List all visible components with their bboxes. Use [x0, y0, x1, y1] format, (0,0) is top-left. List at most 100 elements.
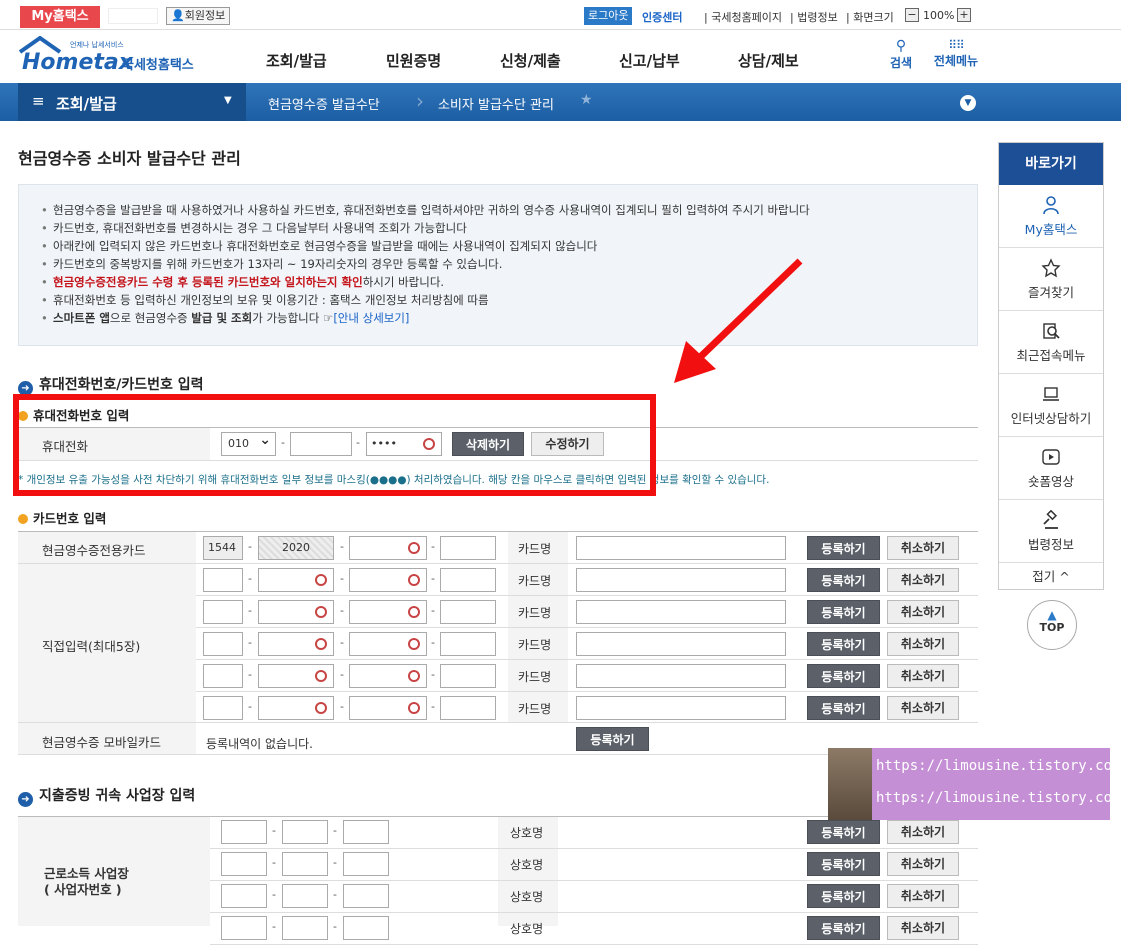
direct-card-third-input[interactable]: [349, 632, 427, 656]
cancel-card-button[interactable]: 취소하기: [887, 568, 959, 592]
nav-apply[interactable]: 신청/제출: [500, 50, 561, 71]
business-number-second-input[interactable]: [282, 820, 328, 844]
zoom-out-button[interactable]: −: [905, 8, 919, 22]
eye-icon[interactable]: [408, 638, 420, 650]
direct-card-fourth-input[interactable]: [440, 664, 496, 688]
register-card-button[interactable]: 등록하기: [807, 568, 880, 592]
direct-card-third-input[interactable]: [349, 600, 427, 624]
business-number-first-input[interactable]: [221, 916, 267, 940]
eye-icon[interactable]: [315, 606, 327, 618]
register-mobile-card-button[interactable]: 등록하기: [576, 727, 649, 751]
breadcrumb-item-1[interactable]: 현금영수증 발급수단: [268, 94, 380, 113]
register-card-button[interactable]: 등록하기: [807, 696, 880, 720]
business-number-second-input[interactable]: [282, 884, 328, 908]
quick-short-video[interactable]: 숏폼영상: [999, 437, 1103, 500]
business-number-third-input[interactable]: [343, 852, 389, 876]
direct-card-second-input[interactable]: [258, 600, 334, 624]
nav-inquiry[interactable]: 조회/발급: [266, 50, 327, 71]
quick-law-info[interactable]: 법령정보: [999, 500, 1103, 563]
quick-favorites[interactable]: 즐겨찾기: [999, 248, 1103, 311]
direct-card-second-input[interactable]: [258, 632, 334, 656]
register-business-button[interactable]: 등록하기: [807, 916, 880, 940]
eye-icon[interactable]: [408, 702, 420, 714]
member-info-button[interactable]: 👤회원정보: [166, 7, 231, 25]
my-hometax-tab[interactable]: My홈택스: [20, 6, 100, 28]
cert-center-link[interactable]: 인증센터: [642, 9, 682, 25]
direct-card-second-input[interactable]: [258, 696, 334, 720]
eye-icon[interactable]: [315, 670, 327, 682]
direct-card-third-input[interactable]: [349, 696, 427, 720]
favorite-star-icon[interactable]: ★: [580, 92, 593, 108]
direct-card-third-input[interactable]: [349, 664, 427, 688]
eye-icon[interactable]: [315, 638, 327, 650]
direct-card-first-input[interactable]: [203, 568, 243, 592]
breadcrumb-item-2[interactable]: 소비자 발급수단 관리: [438, 94, 554, 113]
cancel-business-button[interactable]: 취소하기: [887, 884, 959, 908]
quick-recent-menu[interactable]: 최근접속메뉴: [999, 311, 1103, 374]
search-button[interactable]: ⚲ 검색: [886, 38, 916, 71]
direct-card-fourth-input[interactable]: [440, 600, 496, 624]
all-menu-button[interactable]: ⠿⠿ 전체메뉴: [928, 38, 984, 69]
nav-consult[interactable]: 상담/제보: [738, 50, 799, 71]
business-number-second-input[interactable]: [282, 852, 328, 876]
business-number-first-input[interactable]: [221, 884, 267, 908]
law-info-link[interactable]: | 법령정보: [790, 9, 838, 25]
card-name-input[interactable]: [576, 568, 786, 592]
direct-card-third-input[interactable]: [349, 568, 427, 592]
eye-icon[interactable]: [408, 542, 420, 554]
direct-card-fourth-input[interactable]: [440, 696, 496, 720]
direct-card-fourth-input[interactable]: [440, 568, 496, 592]
register-business-button[interactable]: 등록하기: [807, 820, 880, 844]
business-number-third-input[interactable]: [343, 916, 389, 940]
card-name-input[interactable]: [576, 536, 786, 560]
zoom-in-button[interactable]: +: [957, 8, 971, 22]
quick-fold-button[interactable]: 접기 ^: [999, 563, 1103, 593]
card-name-input[interactable]: [576, 696, 786, 720]
eye-icon[interactable]: [315, 574, 327, 586]
cancel-business-button[interactable]: 취소하기: [887, 852, 959, 876]
card-third-input[interactable]: [349, 536, 427, 560]
direct-card-first-input[interactable]: [203, 600, 243, 624]
eye-icon[interactable]: [408, 670, 420, 682]
cancel-card-button[interactable]: 취소하기: [887, 632, 959, 656]
cancel-card-button[interactable]: 취소하기: [887, 536, 959, 560]
cancel-card-button[interactable]: 취소하기: [887, 600, 959, 624]
business-number-second-input[interactable]: [282, 916, 328, 940]
scroll-top-button[interactable]: ▲ TOP: [1027, 600, 1077, 650]
register-card-button[interactable]: 등록하기: [807, 664, 880, 688]
business-number-third-input[interactable]: [343, 820, 389, 844]
business-number-third-input[interactable]: [343, 884, 389, 908]
register-card-button[interactable]: 등록하기: [807, 536, 880, 560]
register-card-button[interactable]: 등록하기: [807, 632, 880, 656]
nts-home-link[interactable]: | 국세청홈페이지: [704, 9, 782, 25]
business-number-first-input[interactable]: [221, 820, 267, 844]
eye-icon[interactable]: [408, 606, 420, 618]
register-business-button[interactable]: 등록하기: [807, 884, 880, 908]
direct-card-fourth-input[interactable]: [440, 632, 496, 656]
cancel-card-button[interactable]: 취소하기: [887, 696, 959, 720]
cancel-card-button[interactable]: 취소하기: [887, 664, 959, 688]
nav-report-pay[interactable]: 신고/납부: [619, 50, 680, 71]
business-number-first-input[interactable]: [221, 852, 267, 876]
register-card-button[interactable]: 등록하기: [807, 600, 880, 624]
cancel-business-button[interactable]: 취소하기: [887, 820, 959, 844]
guide-detail-link[interactable]: [안내 상세보기]: [333, 311, 409, 325]
eye-icon[interactable]: [408, 574, 420, 586]
direct-card-first-input[interactable]: [203, 664, 243, 688]
chevron-down-icon[interactable]: ▼: [960, 95, 976, 111]
eye-icon[interactable]: [315, 702, 327, 714]
card-name-input[interactable]: [576, 632, 786, 656]
card-name-input[interactable]: [576, 664, 786, 688]
hometax-logo[interactable]: 언제나 납세서비스 Hometax 국세청홈택스: [18, 35, 208, 76]
nav-certificate[interactable]: 민원증명: [386, 50, 441, 71]
quick-my-hometax[interactable]: My홈택스: [999, 185, 1103, 248]
direct-card-first-input[interactable]: [203, 632, 243, 656]
direct-card-first-input[interactable]: [203, 696, 243, 720]
cancel-business-button[interactable]: 취소하기: [887, 916, 959, 940]
card-name-input[interactable]: [576, 600, 786, 624]
card-fourth-input[interactable]: [440, 536, 496, 560]
direct-card-second-input[interactable]: [258, 664, 334, 688]
direct-card-second-input[interactable]: [258, 568, 334, 592]
quick-internet-consult[interactable]: 인터넷상담하기: [999, 374, 1103, 437]
logout-button[interactable]: 로그아웃: [584, 7, 633, 25]
